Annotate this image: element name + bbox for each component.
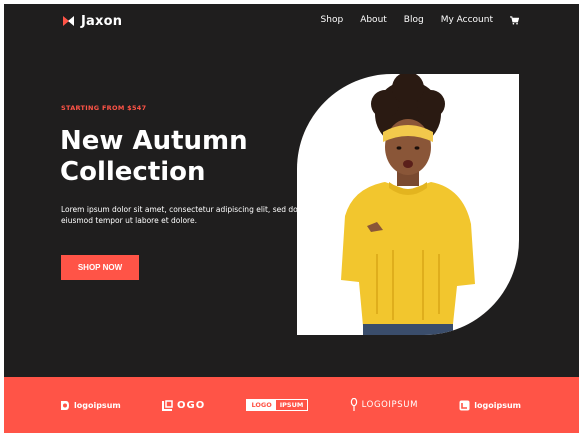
partner-logo-4-label: LOGOIPSUM: [361, 400, 419, 410]
nav-blog[interactable]: Blog: [404, 15, 424, 25]
partner-logo-2[interactable]: OGO: [161, 399, 206, 411]
partner-logo-3[interactable]: LOGO IPSUM: [246, 399, 309, 411]
hero-model-image: [297, 74, 519, 335]
hero-description: Lorem ipsum dolor sit amet, consectetur …: [61, 205, 298, 225]
nav-shop[interactable]: Shop: [321, 15, 344, 25]
partner-logo-3-box: LOGO IPSUM: [246, 399, 309, 411]
hero-eyebrow: STARTING FROM $547: [61, 104, 147, 112]
partner-logo-4[interactable]: LOGOIPSUM: [350, 398, 418, 412]
shop-now-button[interactable]: SHOP NOW: [61, 255, 139, 280]
page-frame: Jaxon Shop About Blog My Account STARTIN…: [4, 4, 579, 433]
hero-title: New Autumn Collection: [60, 126, 300, 188]
shopping-cart-icon[interactable]: [510, 15, 519, 25]
leaf-mark-icon: [350, 398, 357, 411]
nav-about[interactable]: About: [360, 15, 387, 25]
partner-logo-2-label: OGO: [176, 399, 206, 411]
partner-logo-1-label: logoipsum: [74, 400, 121, 410]
partner-logo-3-label-a: LOGO: [247, 400, 276, 410]
partner-logo-1[interactable]: logoipsum: [60, 400, 121, 411]
main-nav: Shop About Blog My Account: [321, 15, 519, 25]
partner-logo-5[interactable]: logoipsum: [459, 400, 521, 411]
partner-logo-5-label: logoipsum: [474, 400, 521, 410]
partner-logo-strip: logoipsum OGO LOGO IPSUM LOGOIPSUM logoi…: [4, 377, 579, 433]
model-illustration: [341, 74, 475, 335]
nav-my-account[interactable]: My Account: [441, 15, 493, 25]
logo-mark-icon: [63, 16, 74, 27]
site-logo[interactable]: Jaxon: [63, 14, 122, 29]
hero-title-line2: Collection: [60, 157, 206, 187]
logo-badge-icon: [459, 400, 470, 410]
logo-square-icon: [161, 399, 173, 411]
logoipsum-mark-icon: [61, 400, 69, 410]
partner-logo-3-label-b: IPSUM: [279, 401, 304, 409]
logo-text: Jaxon: [81, 14, 123, 29]
hero-title-line1: New Autumn: [60, 126, 248, 156]
